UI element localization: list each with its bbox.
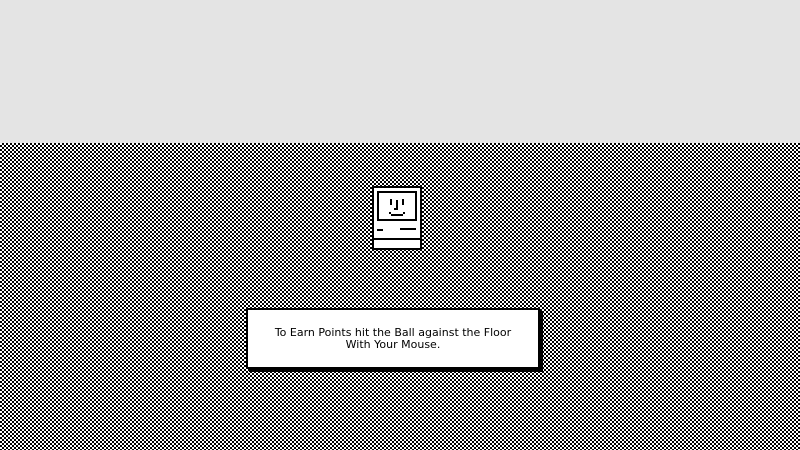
top-blank-area	[0, 0, 800, 143]
happy-mac-icon	[372, 186, 422, 250]
instruction-dialog: To Earn Points hit the Ball against the …	[246, 308, 540, 369]
dialog-text-line-1: To Earn Points hit the Ball against the …	[274, 325, 512, 339]
dialog-text-line-2: With Your Mouse.	[345, 337, 441, 351]
